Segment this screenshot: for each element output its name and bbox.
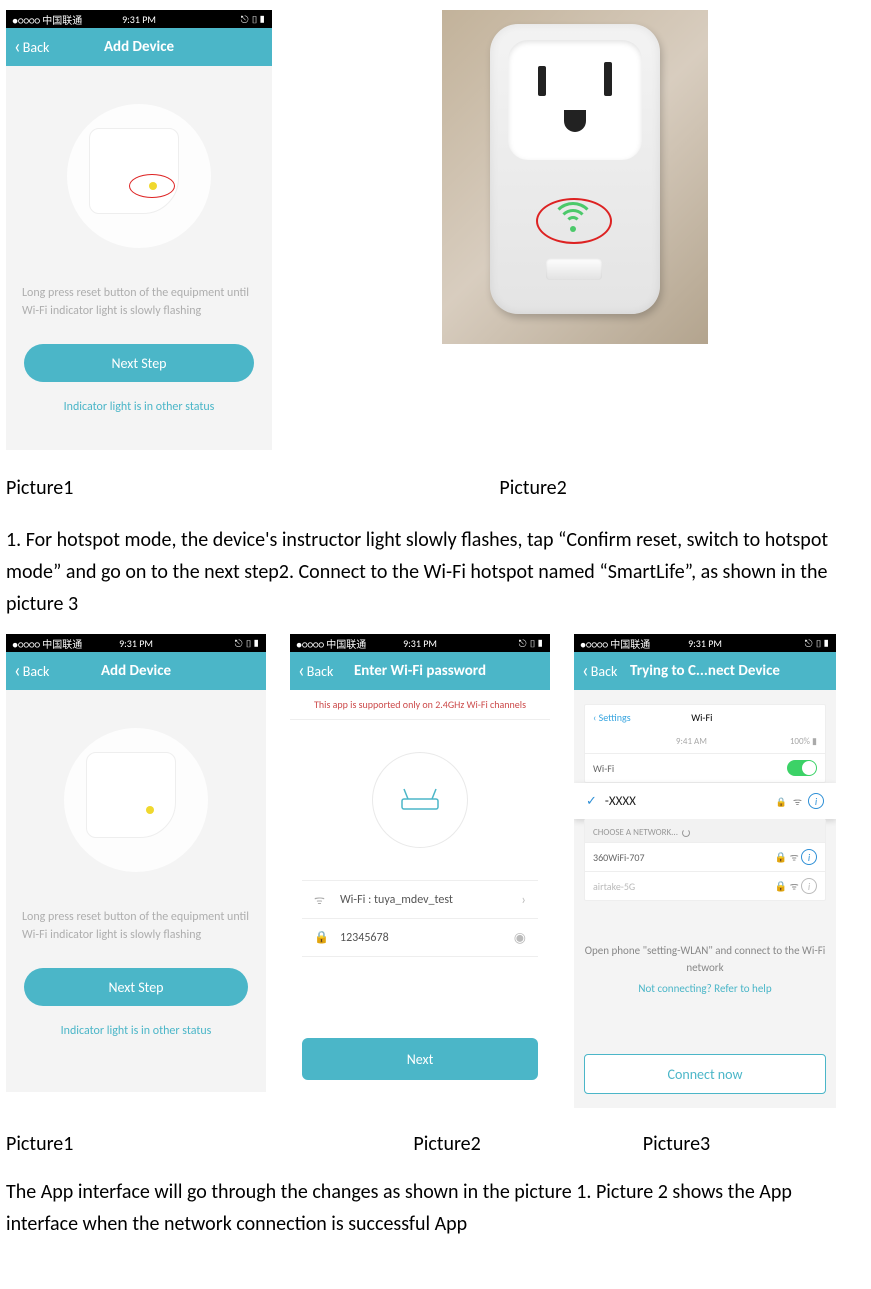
router-illustration <box>372 752 468 848</box>
settings-nav: ‹ Settings Wi-Fi <box>585 705 825 730</box>
device-illustration <box>64 728 208 872</box>
wifi-toggle-label: Wi-Fi <box>593 762 614 775</box>
figure-row-1: ●○○○○ 中国联通 9:31 PM ⎋ ▯▮ Back Add Device … <box>6 10 865 450</box>
screen-body: This app is supported only on 2.4GHz Wi-… <box>290 690 550 1092</box>
phone-wifi-password: ●○○○○ 中国联通 9:31 PM ⎋ ▯▮ Back Enter Wi-Fi… <box>290 634 550 1092</box>
network-meta: 🔒 ᯤ i <box>775 849 817 865</box>
prong-slot <box>538 66 546 96</box>
other-status-link[interactable]: Indicator light is in other status <box>20 400 258 414</box>
choose-network-label: CHOOSE A NETWORK... <box>585 819 825 842</box>
instruction-paragraph-1: 1. For hotspot mode, the device's instru… <box>6 524 865 620</box>
settings-title: Wi-Fi <box>691 711 712 724</box>
screen-body: ‹ Settings Wi-Fi 9:41 AM 100% ▮ Wi-Fi ✓ <box>574 690 836 1108</box>
mini-clock: 9:41 AM <box>676 736 707 747</box>
other-status-link[interactable]: Indicator light is in other status <box>20 1024 252 1038</box>
chevron-right-icon: › <box>521 891 526 908</box>
status-right: ⎋ ▯▮ <box>235 637 260 650</box>
prong-slot <box>604 62 612 96</box>
caption-picture2: Picture2 <box>499 476 566 500</box>
clock: 9:31 PM <box>6 637 266 650</box>
checkmark-icon: ✓ <box>586 794 597 809</box>
instruction-text: Long press reset button of the equipment… <box>22 908 250 944</box>
router-icon <box>398 785 442 815</box>
screen-body: Long press reset button of the equipment… <box>6 66 272 450</box>
status-right: ⎋ ▯▮ <box>241 13 266 26</box>
phone-connect-hotspot: ●○○○○ 中国联通 9:31 PM ⎋ ▯▮ Back Trying to C… <box>574 634 836 1108</box>
selected-network-row[interactable]: ✓ -XXXX i <box>574 783 836 819</box>
network-name: 360WiFi-707 <box>593 851 645 864</box>
next-button[interactable]: Next <box>302 1038 538 1080</box>
status-right: ⎋ ▯▮ <box>519 637 544 650</box>
clock: 9:31 PM <box>290 637 550 650</box>
status-right: ⎋ ▯▮ <box>805 637 830 650</box>
smart-plug-photo <box>442 10 708 344</box>
nav-bar: Back Trying to C...nect Device <box>574 652 836 690</box>
device-illustration <box>67 104 211 248</box>
back-button[interactable]: Back <box>298 659 333 683</box>
back-button[interactable]: Back <box>14 659 49 683</box>
lock-icon <box>776 794 787 809</box>
clock: 9:31 PM <box>574 637 836 650</box>
nav-bar: Back Enter Wi-Fi password <box>290 652 550 690</box>
screen-body: Long press reset button of the equipment… <box>6 690 266 1092</box>
plug-icon <box>86 752 176 838</box>
network-meta: 🔒 ᯤ i <box>775 878 817 894</box>
wifi-band-warning: This app is supported only on 2.4GHz Wi-… <box>290 690 550 720</box>
back-button[interactable]: Back <box>582 659 617 683</box>
info-icon[interactable]: i <box>808 793 824 809</box>
settings-back[interactable]: ‹ Settings <box>593 711 631 724</box>
phone-add-device: ●○○○○ 中国联通 9:31 PM ⎋ ▯▮ Back Add Device … <box>6 10 272 450</box>
network-row[interactable]: 360WiFi-707 🔒 ᯤ i <box>585 842 825 871</box>
lock-icon: 🔒 <box>314 930 332 945</box>
status-bar: ●○○○○ 中国联通 9:31 PM ⎋ ▯▮ <box>6 10 272 28</box>
connect-now-button[interactable]: Connect now <box>584 1054 826 1094</box>
ground-slot <box>564 110 586 132</box>
open-settings-hint: Open phone "setting-WLAN" and connect to… <box>584 943 826 976</box>
clock: 9:31 PM <box>6 13 272 26</box>
instruction-paragraph-2: The App interface will go through the ch… <box>6 1176 865 1240</box>
back-button[interactable]: Back <box>14 35 49 59</box>
status-bar: ●○○○○ 中国联通 9:31 PM ⎋ ▯▮ <box>6 634 266 652</box>
outlet-face <box>508 40 642 160</box>
plug-icon <box>89 128 179 214</box>
wifi-toggle-row[interactable]: Wi-Fi <box>585 753 825 782</box>
wifi-signal-icon <box>793 794 802 809</box>
ios-settings-preview: ‹ Settings Wi-Fi 9:41 AM 100% ▮ Wi-Fi <box>584 704 826 783</box>
status-bar: ●○○○○ 中国联通 9:31 PM ⎋ ▯▮ <box>290 634 550 652</box>
caption-row-1: Picture1 Picture2 <box>6 476 865 500</box>
wifi-ssid-field[interactable]: ᯤ Wi-Fi : tuya_mdev_test › <box>302 880 538 919</box>
spinner-icon <box>682 829 690 837</box>
mini-battery: 100% ▮ <box>790 736 817 747</box>
phone-add-device-2: ●○○○○ 中国联通 9:31 PM ⎋ ▯▮ Back Add Device … <box>6 634 266 1092</box>
caption-row-2: Picture1 Picture2 Picture3 <box>6 1132 865 1156</box>
caption-picture1: Picture1 <box>6 476 73 500</box>
caption-picture1: Picture1 <box>6 1132 73 1156</box>
help-link[interactable]: Not connecting? Refer to help <box>584 982 826 995</box>
highlight-ellipse <box>129 174 175 198</box>
figure-row-2: ●○○○○ 中国联通 9:31 PM ⎋ ▯▮ Back Add Device … <box>6 634 865 1108</box>
next-step-button[interactable]: Next Step <box>24 344 254 382</box>
caption-picture3: Picture3 <box>643 1132 710 1156</box>
wifi-toggle[interactable] <box>787 760 817 776</box>
highlight-ellipse <box>536 198 612 244</box>
network-list: CHOOSE A NETWORK... 360WiFi-707 🔒 ᯤ i ai… <box>584 819 826 901</box>
nav-bar: Back Add Device <box>6 28 272 66</box>
selected-network-name: -XXXX <box>605 794 636 809</box>
eye-icon[interactable]: ◉ <box>514 929 526 946</box>
info-icon[interactable]: i <box>801 878 817 894</box>
indicator-led <box>146 806 154 814</box>
instruction-text: Long press reset button of the equipment… <box>22 284 256 320</box>
next-step-button[interactable]: Next Step <box>24 968 248 1006</box>
reset-button <box>546 258 602 280</box>
network-name: airtake-5G <box>593 880 635 893</box>
caption-picture2: Picture2 <box>413 1132 480 1156</box>
status-bar: ●○○○○ 中国联通 9:31 PM ⎋ ▯▮ <box>574 634 836 652</box>
nav-bar: Back Add Device <box>6 652 266 690</box>
password-value: 12345678 <box>340 931 514 945</box>
wifi-icon: ᯤ <box>314 891 332 908</box>
info-icon[interactable]: i <box>801 849 817 865</box>
network-row[interactable]: airtake-5G 🔒 ᯤ i <box>585 871 825 900</box>
ssid-value: Wi-Fi : tuya_mdev_test <box>340 893 521 907</box>
wifi-password-field[interactable]: 🔒 12345678 ◉ <box>302 919 538 957</box>
